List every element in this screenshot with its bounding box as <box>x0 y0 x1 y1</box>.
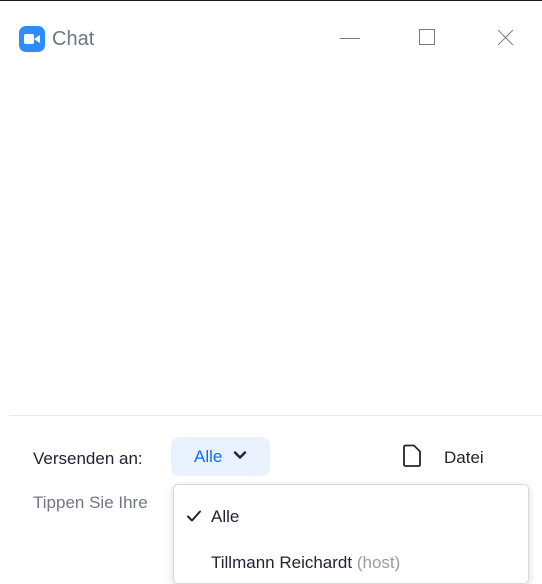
minimize-icon[interactable] <box>333 23 367 53</box>
option-label: Alle <box>211 507 240 526</box>
composer-divider <box>9 415 542 416</box>
recipient-selected-value: Alle <box>194 447 223 466</box>
file-button[interactable]: Datei <box>402 441 502 475</box>
send-to-label: Versenden an: <box>33 449 143 468</box>
host-tag: (host) <box>356 553 401 572</box>
window-title: Chat <box>52 28 95 50</box>
dropdown-option-all[interactable]: Alle <box>174 499 528 539</box>
close-icon[interactable] <box>489 23 523 53</box>
recipient-dropdown: Alle Tillmann Reichardt (host) <box>173 484 529 584</box>
file-icon <box>403 444 421 467</box>
recipient-select[interactable]: Alle <box>171 437 270 476</box>
file-label: Datei <box>444 448 484 467</box>
zoom-camera-icon <box>19 26 45 52</box>
option-name: Tillmann Reichardt <box>211 553 353 572</box>
option-label-group: Tillmann Reichardt (host) <box>211 551 400 575</box>
chat-message-area[interactable] <box>0 56 542 414</box>
message-input[interactable]: Tippen Sie Ihre <box>33 489 178 519</box>
title-bar: Chat <box>0 1 542 55</box>
message-placeholder: Tippen Sie Ihre <box>33 493 148 512</box>
maximize-icon[interactable] <box>410 23 444 53</box>
dropdown-option-host[interactable]: Tillmann Reichardt (host) <box>174 547 528 583</box>
chevron-down-icon <box>233 451 247 459</box>
checkmark-icon <box>187 510 201 522</box>
